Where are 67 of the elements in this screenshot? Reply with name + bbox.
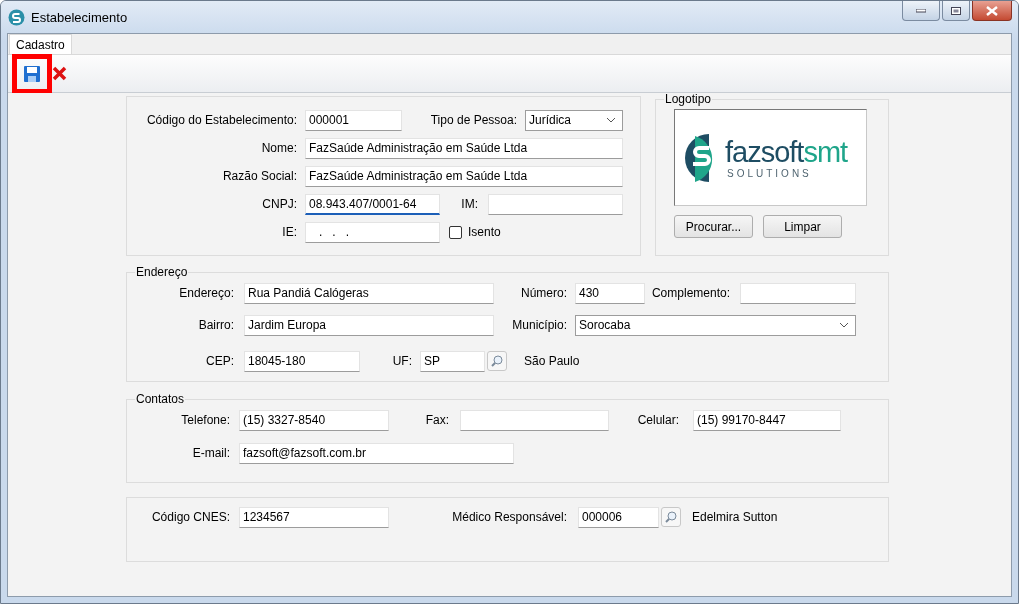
search-button[interactable] <box>661 507 681 527</box>
field-label: Endereço: <box>178 286 234 300</box>
search-icon <box>664 510 678 524</box>
state-name: São Paulo <box>524 354 580 368</box>
text-field[interactable]: (15) 99170-8447 <box>693 409 841 431</box>
field-label: Razão Social: <box>221 169 297 183</box>
text-field[interactable]: . . . <box>305 221 440 243</box>
text-field[interactable]: 18045-180 <box>244 350 360 372</box>
action-button[interactable]: Limpar <box>763 215 842 238</box>
close-button[interactable] <box>972 1 1012 21</box>
text-field[interactable] <box>740 282 856 304</box>
field-label: Tipo de Pessoa: <box>429 113 517 127</box>
text-field[interactable]: Jardim Europa <box>244 314 494 336</box>
action-button[interactable]: Procurar... <box>674 215 753 238</box>
dropdown[interactable]: Jurídica <box>525 109 623 131</box>
dropdown[interactable]: Sorocaba <box>575 314 856 336</box>
text-field[interactable]: 1234567 <box>239 506 389 528</box>
checkbox[interactable] <box>449 225 462 239</box>
field-label: UF: <box>391 354 412 368</box>
field-label: Município: <box>511 318 567 332</box>
group-title: Logotipo <box>664 92 713 106</box>
field-label: CEP: <box>205 354 234 368</box>
close-icon <box>986 5 998 16</box>
group-title: Endereço <box>135 265 189 279</box>
field-label: Complemento: <box>650 286 730 300</box>
maximize-icon <box>951 6 961 15</box>
field-label: Telefone: <box>180 413 230 427</box>
field-label: Nome: <box>260 141 297 155</box>
maximize-button[interactable] <box>942 1 970 21</box>
text-field[interactable] <box>460 409 609 431</box>
field-label: IM: <box>460 197 478 211</box>
chevron-down-icon <box>839 322 849 328</box>
delete-icon <box>52 66 67 81</box>
text-field[interactable]: FazSaúde Administração em Saúde Ltda <box>305 165 623 187</box>
app-icon <box>8 8 25 26</box>
field-label: Bairro: <box>197 318 234 332</box>
doctor-name: Edelmira Sutton <box>692 510 778 524</box>
text-field[interactable]: 430 <box>575 282 645 304</box>
minimize-icon <box>916 8 926 13</box>
text-field[interactable]: Rua Pandiá Calógeras <box>244 282 494 304</box>
search-icon <box>490 354 504 368</box>
text-field[interactable]: fazsoft@fazsoft.com.br <box>239 442 514 464</box>
text-field[interactable] <box>488 193 623 215</box>
tab[interactable]: Cadastro <box>9 34 72 54</box>
group-title: Contatos <box>135 392 186 406</box>
field-label: Médico Responsável: <box>451 510 567 524</box>
delete-button[interactable] <box>52 66 67 81</box>
chevron-down-icon <box>606 117 616 123</box>
checkbox-label: Isento <box>468 225 501 239</box>
logo-tagline: SOLUTIONS <box>727 168 813 179</box>
field-label: Fax: <box>424 413 449 427</box>
text-field[interactable]: FazSaúde Administração em Saúde Ltda <box>305 137 623 159</box>
field-label: Código CNES: <box>150 510 230 524</box>
field-label: Número: <box>520 286 567 300</box>
window-title: Estabelecimento <box>31 9 128 25</box>
field-label: CNPJ: <box>261 197 297 211</box>
search-button[interactable] <box>487 351 507 371</box>
field-label: Celular: <box>636 413 679 427</box>
logo-wordmark: fazsoftsmt <box>725 136 848 168</box>
field-label: IE: <box>281 225 297 239</box>
field-label: Código do Estabelecimento: <box>145 113 297 127</box>
text-field[interactable]: SP <box>420 350 485 372</box>
text-field[interactable]: 000006 <box>578 506 659 528</box>
text-field[interactable]: 000001 <box>305 109 402 131</box>
text-field[interactable]: 08.943.407/0001-64 <box>305 193 440 215</box>
text-field[interactable]: (15) 3327-8540 <box>239 409 389 431</box>
field-label: E-mail: <box>191 446 230 460</box>
